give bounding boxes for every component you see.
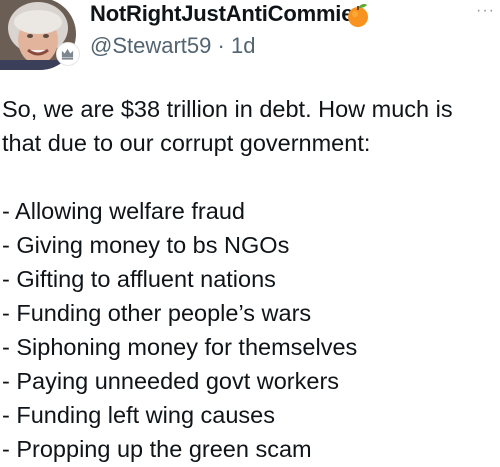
- timestamp[interactable]: 1d: [231, 33, 255, 58]
- separator: ·: [217, 33, 225, 58]
- intro-line-1: So, we are $38 trillion in debt. How muc…: [2, 96, 453, 122]
- tweet-text: So, we are $38 trillion in debt. How muc…: [2, 92, 498, 466]
- list-item: - Allowing welfare fraud: [2, 198, 245, 224]
- handle[interactable]: @Stewart59: [90, 33, 211, 58]
- list-item: - Gifting to affluent nations: [2, 266, 276, 292]
- list-item: - Funding left wing causes: [2, 402, 276, 428]
- handle-line: @Stewart59 · 1d: [90, 33, 255, 59]
- orange-emoji-icon: [345, 2, 371, 28]
- display-name[interactable]: NotRightJustAntiCommie: [90, 1, 353, 27]
- more-options-button[interactable]: ···: [476, 2, 495, 20]
- list-item: - Giving money to bs NGOs: [2, 232, 290, 258]
- intro-line-2: that due to our corrupt government:: [2, 130, 371, 156]
- list-item: - Siphoning money for themselves: [2, 334, 358, 360]
- list-item: - Paying unneeded govt workers: [2, 368, 340, 394]
- list-item: - Propping up the green scam: [2, 436, 312, 462]
- list-item: - Funding other people’s wars: [2, 300, 312, 326]
- crown-badge-icon: [56, 42, 80, 66]
- tweet-header: NotRightJustAntiCommie ··· @Stewart59 · …: [0, 0, 500, 70]
